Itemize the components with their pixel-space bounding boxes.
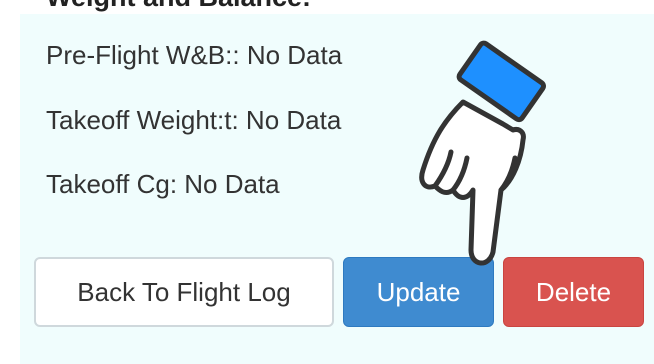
pre-flight-wb-field: Pre-Flight W&B:: No Data xyxy=(46,40,343,70)
takeoff-cg-field: Takeoff Cg: No Data xyxy=(46,169,280,199)
section-title: Weight and Balance: xyxy=(46,0,311,13)
pointing-hand-icon xyxy=(419,40,546,266)
back-to-flight-log-button[interactable]: Back To Flight Log xyxy=(34,257,334,327)
takeoff-weight-field: Takeoff Weight:t: No Data xyxy=(46,105,342,135)
